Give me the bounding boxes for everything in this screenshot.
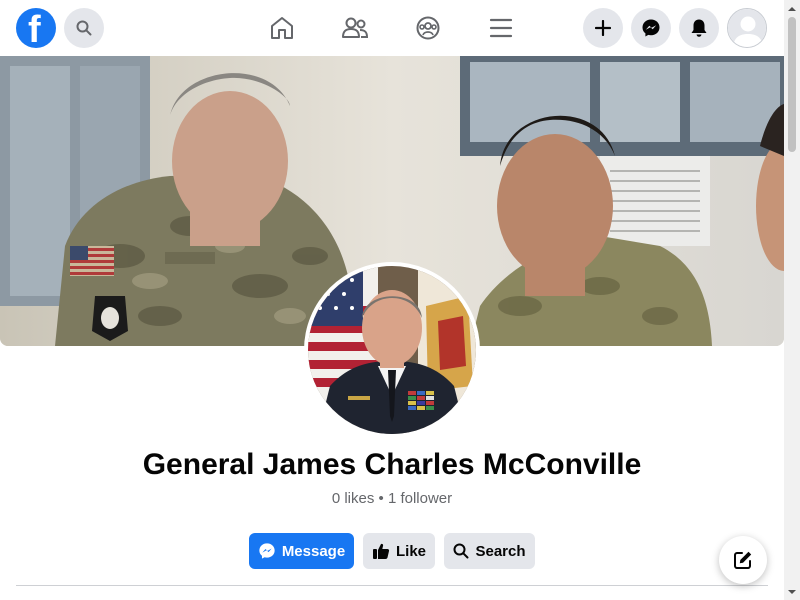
plus-icon bbox=[595, 20, 611, 36]
messenger-button[interactable] bbox=[631, 8, 671, 48]
profile-stats: 0 likes • 1 follower bbox=[331, 490, 453, 507]
search-button-label: Search bbox=[475, 542, 526, 560]
messenger-icon bbox=[259, 543, 275, 559]
message-button-label: Message bbox=[281, 542, 346, 560]
search-button[interactable] bbox=[64, 8, 104, 48]
nav-groups[interactable] bbox=[408, 8, 448, 48]
friends-icon bbox=[342, 17, 369, 38]
nav-menu[interactable] bbox=[481, 8, 521, 48]
compose-icon bbox=[734, 551, 752, 569]
scroll-down-arrow-icon[interactable] bbox=[784, 583, 800, 600]
scrollbar-thumb[interactable] bbox=[788, 17, 796, 152]
profile-picture[interactable] bbox=[304, 262, 480, 438]
profile-picture-image bbox=[308, 266, 476, 434]
messenger-icon bbox=[642, 19, 660, 37]
create-button[interactable] bbox=[583, 8, 623, 48]
notifications-button[interactable] bbox=[679, 8, 719, 48]
profile-page: f General James Charles McConville 0 lik… bbox=[0, 0, 800, 600]
section-divider bbox=[16, 585, 768, 586]
home-icon bbox=[271, 17, 293, 39]
groups-icon bbox=[416, 16, 440, 40]
page-title: General James Charles McConville bbox=[142, 448, 642, 481]
new-message-button[interactable] bbox=[719, 536, 767, 584]
account-avatar[interactable] bbox=[727, 8, 767, 48]
scroll-up-arrow-icon[interactable] bbox=[784, 0, 800, 17]
default-avatar-icon bbox=[728, 9, 766, 47]
top-navigation-bar: f bbox=[0, 0, 784, 56]
search-icon bbox=[453, 543, 469, 559]
vertical-scrollbar[interactable] bbox=[784, 0, 800, 600]
logo-letter: f bbox=[28, 9, 41, 51]
nav-friends[interactable] bbox=[335, 8, 375, 48]
nav-home[interactable] bbox=[262, 8, 302, 48]
thumbs-up-icon bbox=[372, 543, 390, 559]
search-page-button[interactable]: Search bbox=[444, 533, 535, 569]
like-button[interactable]: Like bbox=[363, 533, 435, 569]
search-icon bbox=[76, 20, 92, 36]
bell-icon bbox=[691, 19, 707, 37]
menu-icon bbox=[489, 18, 513, 38]
facebook-logo[interactable]: f bbox=[16, 8, 56, 51]
like-button-label: Like bbox=[395, 542, 426, 560]
message-button[interactable]: Message bbox=[249, 533, 354, 569]
